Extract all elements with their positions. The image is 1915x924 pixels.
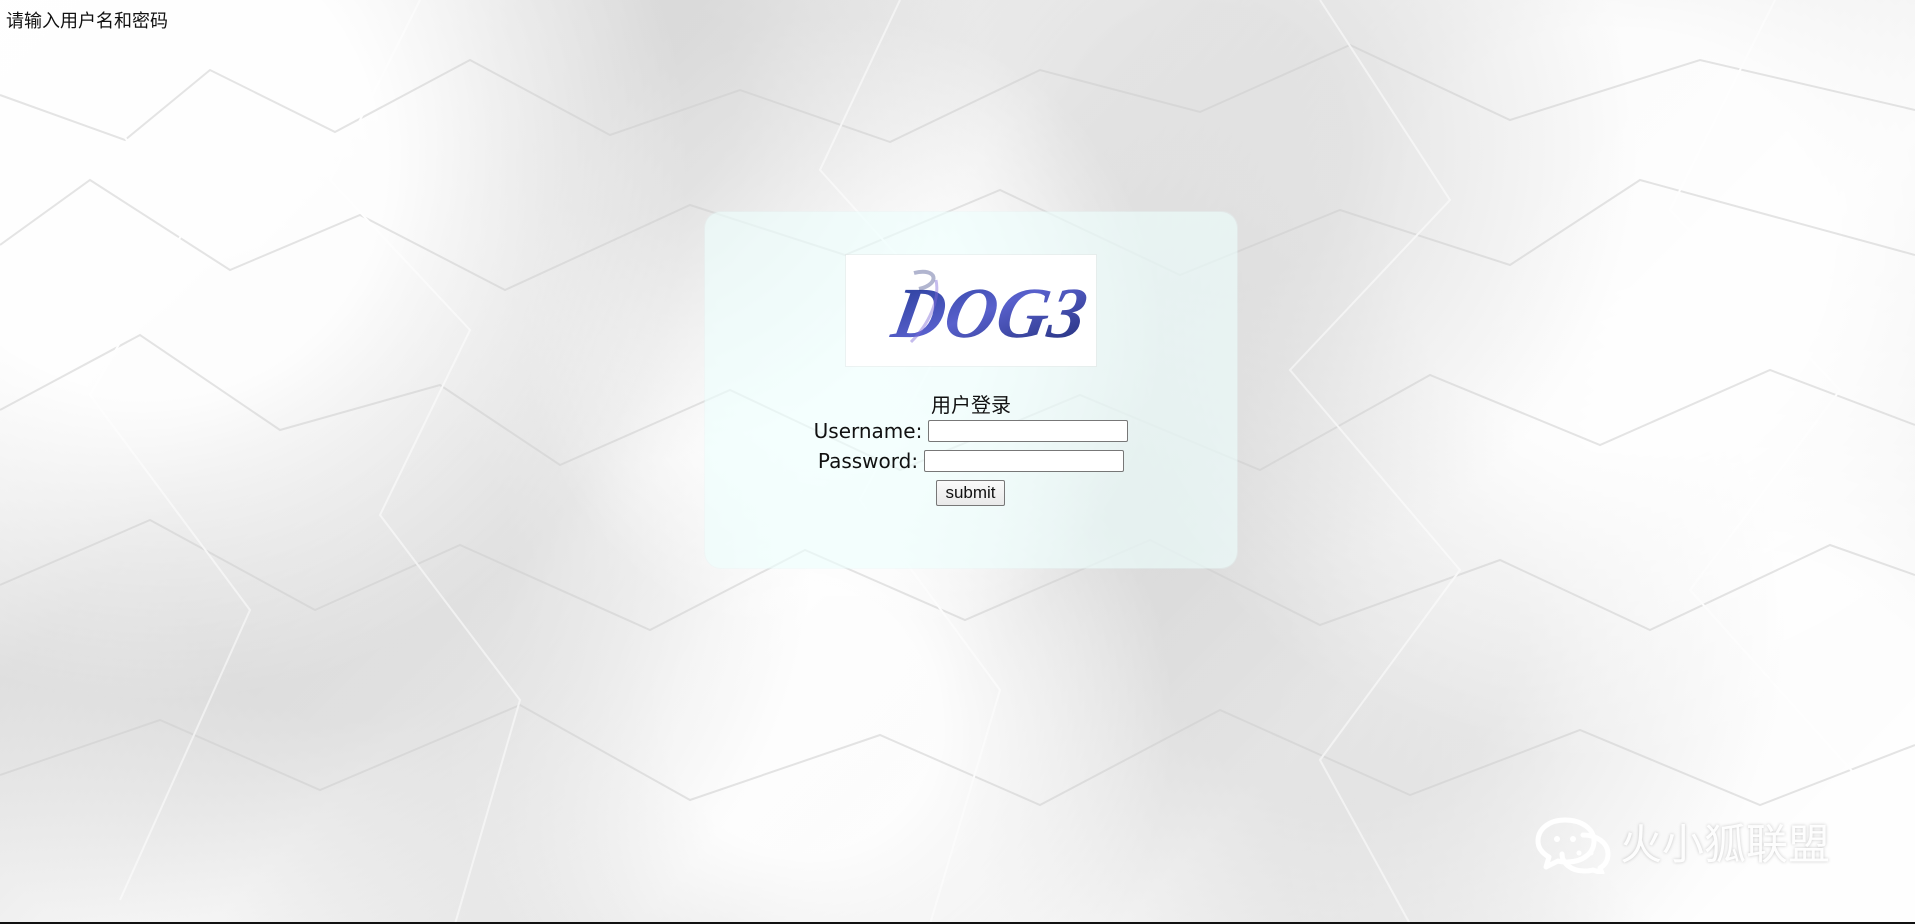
password-label: Password:	[817, 449, 919, 473]
password-row: Password:	[705, 449, 1237, 473]
username-input[interactable]	[928, 420, 1129, 442]
username-label: Username:	[813, 419, 923, 443]
site-logo: DOG3	[846, 255, 1096, 366]
login-panel: DOG3 用户登录 Username: Password: submit	[705, 212, 1237, 568]
logo-wordmark: DOG3	[886, 272, 1093, 352]
watermark-text: 火小狐联盟	[1620, 820, 1831, 869]
wechat-watermark: 火小狐联盟	[1534, 812, 1830, 878]
login-title: 用户登录	[931, 393, 1011, 417]
wechat-icon	[1534, 812, 1612, 878]
password-input[interactable]	[924, 450, 1125, 472]
username-row: Username:	[705, 419, 1237, 443]
submit-button[interactable]: submit	[936, 480, 1005, 506]
login-instruction-text: 请输入用户名和密码	[6, 11, 168, 32]
